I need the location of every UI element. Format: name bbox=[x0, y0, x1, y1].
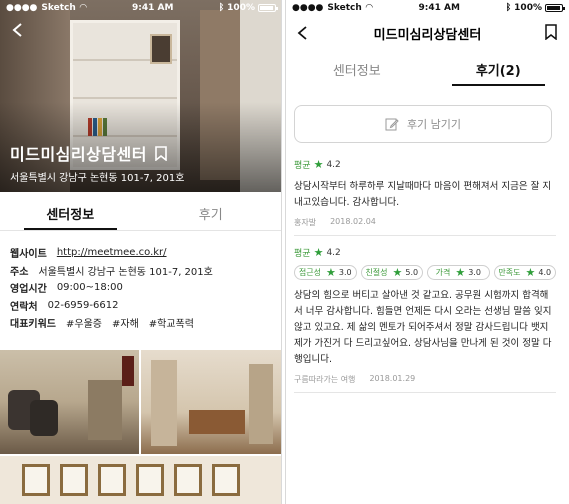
chip-label: 가격 bbox=[435, 268, 451, 277]
info-key: 웹사이트 bbox=[10, 249, 47, 261]
rating-chip: 가격 ★ 3.0 bbox=[427, 265, 490, 280]
hero-photo: ●●●● Sketch ◠ 9:41 AM ᛒ 100% 미드미심리상담센터 서… bbox=[0, 0, 281, 192]
write-review-button[interactable]: 후기 남기기 bbox=[294, 105, 552, 143]
write-review-label: 후기 남기기 bbox=[406, 118, 462, 131]
page-title: 미드미심리상담센터 bbox=[373, 27, 482, 43]
center-info-list: 웹사이트 http://meetmee.co.kr/ 주소 서울특별시 강남구 … bbox=[10, 244, 275, 332]
star-icon: ★ bbox=[525, 266, 536, 279]
star-icon: ★ bbox=[313, 246, 324, 259]
info-key: 영업시간 bbox=[10, 284, 47, 296]
phone-number[interactable]: 02-6959-6612 bbox=[48, 300, 119, 311]
star-icon: ★ bbox=[325, 266, 336, 279]
info-row-address: 주소 서울특별시 강남구 논현동 101-7, 201호 bbox=[10, 262, 275, 280]
rating-value: 4.2 bbox=[326, 247, 341, 258]
bookmark-icon[interactable] bbox=[545, 24, 557, 40]
battery-percent: 100% bbox=[227, 3, 255, 13]
chip-label: 접근성 bbox=[298, 268, 321, 277]
rating-label: 평균 bbox=[294, 161, 311, 171]
battery-percent: 100% bbox=[514, 3, 542, 13]
gallery-photo[interactable] bbox=[0, 350, 139, 454]
photo-gallery bbox=[0, 350, 281, 504]
info-key: 주소 bbox=[10, 266, 29, 278]
star-icon: ★ bbox=[392, 266, 403, 279]
status-time: 9:41 AM bbox=[132, 3, 174, 13]
bluetooth-icon: ᛒ bbox=[218, 3, 225, 13]
chip-value: 3.0 bbox=[468, 268, 481, 277]
status-time: 9:41 AM bbox=[418, 3, 460, 13]
tab-center-info[interactable]: 센터정보 bbox=[0, 196, 141, 230]
info-row-phone: 연락처 02-6959-6612 bbox=[10, 297, 275, 315]
back-arrow-icon[interactable] bbox=[10, 22, 26, 38]
tab-bar: 센터정보 후기(2) bbox=[286, 52, 569, 86]
rating-chip: 친절성 ★ 5.0 bbox=[360, 265, 423, 280]
keyword-tag[interactable]: #학교폭력 bbox=[149, 315, 194, 330]
website-link[interactable]: http://meetmee.co.kr/ bbox=[57, 247, 167, 258]
info-row-keywords: 대표키워드 #우울증 #자해 #학교폭력 bbox=[10, 314, 275, 332]
chip-label: 만족도 bbox=[498, 268, 521, 277]
divider bbox=[294, 392, 556, 393]
status-bar: ●●●● Sketch ◠ 9:41 AM ᛒ 100% bbox=[286, 0, 569, 16]
wifi-icon: ◠ bbox=[365, 3, 373, 13]
tab-center-info[interactable]: 센터정보 bbox=[286, 52, 428, 86]
center-info-screen: ●●●● Sketch ◠ 9:41 AM ᛒ 100% 미드미심리상담센터 서… bbox=[0, 0, 282, 504]
review-date: 2018.02.04 bbox=[330, 217, 376, 226]
rating-breakdown: 접근성 ★ 3.0 친절성 ★ 5.0 가격 ★ 3.0 만족도 ★ 4.0 bbox=[294, 265, 556, 280]
carrier-label: Sketch bbox=[327, 3, 362, 13]
review-rating: 평균 ★ 4.2 bbox=[294, 246, 556, 259]
gallery-photo[interactable] bbox=[141, 350, 281, 454]
back-arrow-icon[interactable] bbox=[296, 25, 310, 41]
battery-icon bbox=[257, 4, 278, 12]
star-icon: ★ bbox=[313, 158, 324, 171]
divider bbox=[294, 235, 556, 236]
chip-value: 4.0 bbox=[538, 268, 552, 277]
carrier-label: Sketch bbox=[41, 3, 76, 13]
rating-chip: 만족도 ★ 4.0 bbox=[493, 265, 556, 280]
info-key: 연락처 bbox=[10, 301, 38, 313]
review-item: 평균 ★ 4.2 상담시작부터 하루하루 지날때마다 마음이 편해져서 지금은 … bbox=[294, 158, 556, 228]
info-row-website: 웹사이트 http://meetmee.co.kr/ bbox=[10, 244, 275, 262]
gallery-photo[interactable] bbox=[0, 456, 281, 504]
tab-bar: 센터정보 후기 bbox=[0, 196, 281, 230]
bookmark-icon[interactable] bbox=[155, 145, 167, 161]
rating-value: 4.2 bbox=[326, 159, 341, 170]
chip-label: 친절성 bbox=[365, 268, 388, 277]
keyword-tag[interactable]: #자해 bbox=[112, 315, 139, 330]
review-meta: 홍자발 2018.02.04 bbox=[294, 217, 556, 228]
status-bar: ●●●● Sketch ◠ 9:41 AM ᛒ 100% bbox=[0, 0, 281, 16]
info-address-value: 서울특별시 강남구 논현동 101-7, 201호 bbox=[38, 266, 213, 278]
chip-value: 3.0 bbox=[338, 268, 352, 277]
review-author: 구름따라가는 여행 bbox=[294, 375, 356, 384]
review-date: 2018.01.29 bbox=[369, 374, 416, 383]
review-text: 상담시작부터 하루하루 지날때마다 마음이 편해져서 지금은 잘 지내고있습니다… bbox=[294, 181, 552, 208]
info-hours-value: 09:00~18:00 bbox=[56, 282, 123, 294]
review-author: 홍자발 bbox=[294, 218, 317, 227]
review-text: 상담의 힘으로 버티고 살아낸 것 같고요. 공무원 시험까지 합격해서 너무 … bbox=[294, 290, 552, 365]
keyword-tag[interactable]: #우울증 bbox=[66, 315, 102, 330]
tab-reviews[interactable]: 후기(2) bbox=[428, 52, 569, 86]
battery-icon bbox=[544, 4, 565, 12]
reviews-screen: ●●●● Sketch ◠ 9:41 AM ᛒ 100% 미드미심리상담센터 센… bbox=[285, 0, 569, 504]
rating-label: 평균 bbox=[294, 249, 311, 259]
center-address: 서울특별시 강남구 논현동 101-7, 201호 bbox=[10, 173, 185, 184]
signal-icon: ●●●● bbox=[292, 3, 324, 13]
nav-header: 미드미심리상담센터 bbox=[286, 18, 569, 48]
info-key: 대표키워드 bbox=[10, 319, 56, 331]
chip-value: 5.0 bbox=[405, 268, 419, 277]
signal-icon: ●●●● bbox=[6, 3, 38, 13]
review-rating: 평균 ★ 4.2 bbox=[294, 158, 556, 171]
tab-reviews[interactable]: 후기 bbox=[141, 196, 282, 230]
pencil-icon bbox=[385, 118, 399, 131]
rating-chip: 접근성 ★ 3.0 bbox=[294, 265, 357, 280]
wifi-icon: ◠ bbox=[79, 3, 87, 13]
center-title-row: 미드미심리상담센터 bbox=[10, 141, 167, 165]
info-row-hours: 영업시간 09:00~18:00 bbox=[10, 279, 275, 297]
screenshot-canvas: ●●●● Sketch ◠ 9:41 AM ᛒ 100% 미드미심리상담센터 서… bbox=[0, 0, 569, 504]
review-meta: 구름따라가는 여행 2018.01.29 bbox=[294, 374, 556, 385]
star-icon: ★ bbox=[455, 266, 466, 279]
review-item: 평균 ★ 4.2 접근성 ★ 3.0 친절성 ★ 5.0 가격 ★ 3.0 만족… bbox=[294, 246, 556, 385]
bluetooth-icon: ᛒ bbox=[505, 3, 512, 13]
center-title: 미드미심리상담센터 bbox=[10, 145, 147, 164]
